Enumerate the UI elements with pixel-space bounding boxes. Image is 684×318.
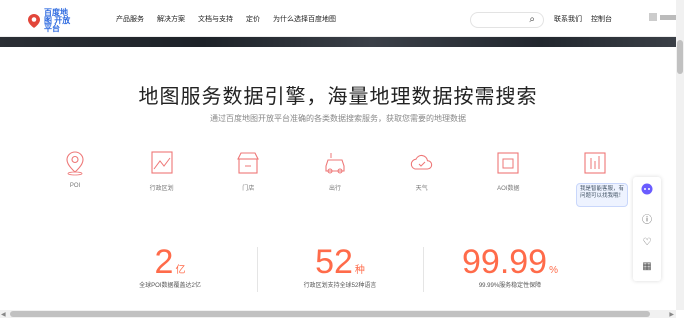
chat-bot-icon[interactable] — [633, 183, 661, 198]
floating-sidebar: ⓘ ♡ ▦ — [633, 177, 661, 281]
horizontal-scrollbar[interactable] — [0, 310, 676, 318]
feature-label: 出行 — [328, 186, 341, 192]
stat-unit: % — [549, 265, 558, 276]
scroll-left-icon[interactable]: ◀ — [1, 311, 6, 318]
stat-desc: 99.99%服务稳定性保障 — [478, 283, 542, 289]
aoi-icon — [497, 152, 519, 174]
stat-value: 99.99 — [462, 243, 548, 281]
feature-region[interactable]: 行政区划 — [127, 150, 197, 192]
feature-poi[interactable]: POI — [40, 150, 110, 192]
avatar[interactable] — [649, 13, 657, 21]
feature-label: AOI数据 — [497, 186, 520, 192]
scrollbar-thumb[interactable] — [677, 40, 683, 74]
contact-link[interactable]: 联系我们 — [554, 14, 582, 24]
stat-stability: 99.99% 99.99%服务稳定性保障 — [430, 242, 590, 289]
feedback-icon[interactable]: ♡ — [633, 237, 661, 248]
qr-code-icon[interactable]: ▦ — [633, 261, 661, 272]
stat-unit: 亿 — [175, 265, 186, 276]
stat-value: 2 — [154, 243, 174, 281]
stat-unit: 种 — [354, 265, 365, 276]
divider — [423, 247, 424, 292]
feature-label: 行政区划 — [149, 186, 174, 192]
help-icon[interactable]: ⓘ — [633, 211, 661, 226]
stat-desc: 全球POI数据覆盖达2亿 — [139, 283, 201, 289]
car-icon — [325, 153, 345, 174]
stat-value: 52 — [315, 243, 353, 281]
map-area-icon — [151, 151, 173, 174]
page-subtitle: 通过百度地图开放平台准确的各类数据搜索服务，获取您需要的地理数据 — [210, 114, 466, 123]
hero-banner-strip — [0, 37, 676, 47]
feature-list: POI 行政区划 门店 出行 天气 AOI数据 — [40, 150, 630, 192]
page-title: 地图服务数据引擎，海量地理数据按需搜索 — [138, 86, 538, 108]
console-link[interactable]: 控制台 — [591, 14, 612, 24]
brand-logo[interactable]: 百度地图 开放平台 — [28, 9, 74, 33]
nav-why[interactable]: 为什么选择百度地图 — [273, 14, 336, 24]
nav-docs[interactable]: 文档与支持 — [198, 14, 233, 24]
chart-icon — [584, 152, 606, 174]
feature-travel[interactable]: 出行 — [300, 150, 370, 192]
store-icon — [237, 152, 260, 174]
feature-label: POI — [69, 183, 81, 189]
location-pin-icon — [66, 151, 84, 176]
nav-pricing[interactable]: 定价 — [246, 14, 260, 24]
main-nav: 产品服务 解决方案 文档与支持 定价 为什么选择百度地图 — [116, 14, 349, 24]
weather-icon — [410, 154, 432, 170]
feature-label: 门店 — [242, 186, 255, 192]
nav-solutions[interactable]: 解决方案 — [157, 14, 185, 24]
stat-poi: 2亿 全球POI数据覆盖达2亿 — [90, 242, 250, 289]
feature-weather[interactable]: 天气 — [387, 150, 457, 192]
feature-store[interactable]: 门店 — [213, 150, 283, 192]
logo-pin-icon — [28, 14, 40, 28]
stat-languages: 52 种 行政区划支持全球52种语言 — [260, 242, 420, 289]
top-navbar: 百度地图 开放平台 产品服务 解决方案 文档与支持 定价 为什么选择百度地图 ⌕… — [0, 0, 676, 37]
scroll-right-icon[interactable]: ▶ — [669, 311, 674, 318]
vertical-scrollbar[interactable] — [676, 0, 684, 310]
nav-products[interactable]: 产品服务 — [116, 14, 144, 24]
stats-section: 2亿 全球POI数据覆盖达2亿 52 种 行政区划支持全球52种语言 99.99%… — [90, 242, 590, 297]
header-links: 联系我们 控制台 — [554, 14, 621, 24]
username[interactable] — [660, 15, 676, 20]
scrollbar-thumb[interactable] — [10, 311, 650, 317]
search-icon[interactable]: ⌕ — [529, 14, 535, 25]
feature-aoi[interactable]: AOI数据 — [473, 150, 543, 192]
chat-tooltip[interactable]: 我是智能客服，有问题可以找我哦！ — [576, 183, 628, 207]
robot-icon — [641, 183, 653, 195]
stat-desc: 行政区划支持全球52种语言 — [303, 283, 377, 289]
feature-label: 天气 — [415, 186, 428, 192]
search-input[interactable]: ⌕ — [470, 12, 544, 28]
logo-text: 百度地图 开放平台 — [44, 8, 71, 33]
divider — [257, 247, 258, 292]
